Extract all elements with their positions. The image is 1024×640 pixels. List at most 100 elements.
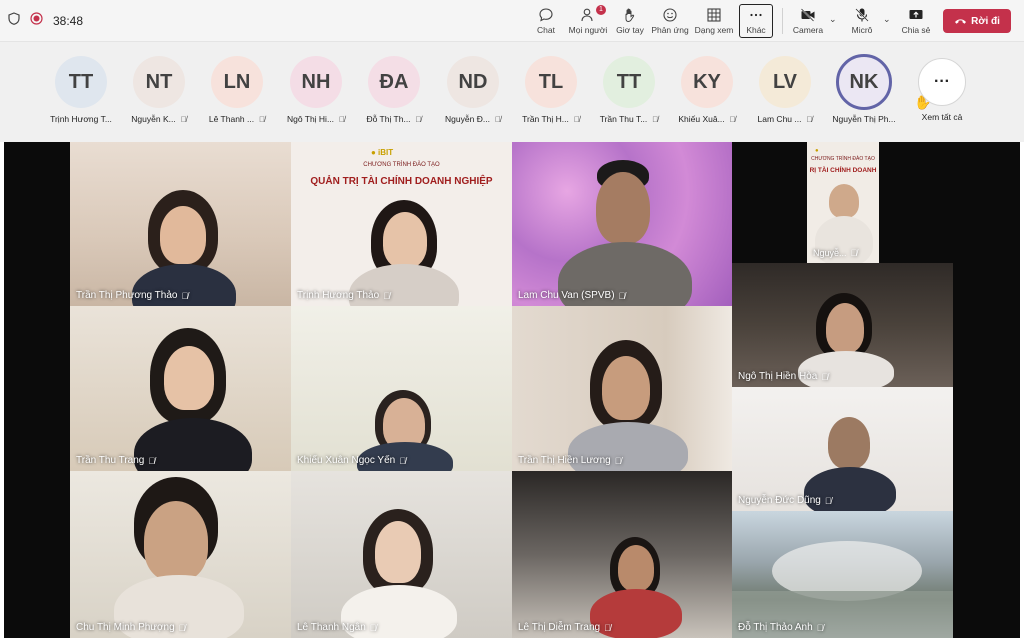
participant-name: Trần Thị H...	[522, 114, 569, 124]
participant-item[interactable]: TT Trần Thu T... 🎙̸	[590, 56, 668, 124]
participant-item[interactable]: KY Khiếu Xuâ... 🎙̸	[668, 56, 746, 124]
tile-name: Nguyễn Đức Dũng	[738, 495, 821, 506]
leave-button[interactable]: Rời đi	[943, 9, 1011, 33]
camera-button[interactable]: Camera	[790, 4, 826, 38]
see-all-label: Xem tất cả	[921, 112, 963, 122]
program-logo: ● iBIT	[371, 148, 394, 157]
participant-name: Nguyễn K...	[131, 114, 176, 124]
avatar: TT	[603, 56, 655, 108]
avatar: TT	[55, 56, 107, 108]
chat-icon	[539, 8, 553, 22]
participant-item[interactable]: TL Trần Thị H... 🎙̸	[512, 56, 590, 124]
participant-name: Lam Chu ...	[757, 114, 802, 124]
share-label: Chia sẻ	[901, 25, 931, 35]
video-tile[interactable]: ● CHƯƠNG TRÌNH ĐÀO TẠO RỊ TÀI CHÍNH DOAN…	[807, 142, 879, 263]
participant-item[interactable]: TT Trịnh Hương T...	[42, 56, 120, 124]
video-tile[interactable]: Khiếu Xuân Ngọc Yến 🎙̸	[291, 306, 512, 471]
participant-name: Nguyễn Đ...	[445, 114, 490, 124]
people-button[interactable]: 1 Mọi người	[566, 4, 610, 38]
video-tile[interactable]: ● iBIT CHƯƠNG TRÌNH ĐÀO TẠO QUẢN TRỊ TÀI…	[291, 142, 512, 306]
raise-hand-button[interactable]: Giơ tay	[612, 4, 648, 38]
tile-name: Trần Thị Hiền Lương	[518, 455, 611, 466]
tile-name: Lê Thanh Ngân	[297, 622, 366, 633]
mic-options-chevron-icon[interactable]: ⌄	[883, 14, 891, 25]
people-badge: 1	[596, 5, 606, 15]
avatar: NH	[290, 56, 342, 108]
people-label: Mọi người	[568, 25, 608, 35]
video-grid: Trần Thị Phương Thảo 🎙̸ ● iBIT CHƯƠNG TRÌ…	[4, 142, 1020, 638]
hand-icon	[625, 8, 635, 23]
leave-label: Rời đi	[971, 15, 1000, 27]
tile-name: Trịnh Hương Thảo	[297, 290, 380, 301]
participant-strip: TT Trịnh Hương T... NT Nguyễn K... 🎙̸ LN …	[0, 42, 1024, 142]
mic-off-icon: 🎙̸	[850, 248, 858, 258]
meeting-toolbar: 38:48 Chat 1 Mọi người Giơ tay Phản ứng …	[0, 0, 1024, 42]
mic-off-icon: 🎙̸	[729, 114, 736, 124]
participant-face	[375, 521, 421, 583]
toolbar-left: 38:48	[8, 12, 83, 30]
mic-off-icon: 🎙̸	[824, 495, 832, 506]
people-icon	[581, 8, 593, 22]
meeting-timer: 38:48	[53, 14, 84, 28]
grid-icon	[707, 8, 721, 22]
video-tile[interactable]: Trần Thị Phương Thảo 🎙̸	[70, 142, 291, 306]
video-tile[interactable]: Lam Chu Van (SPVB) 🎙̸	[512, 142, 732, 306]
see-all-button[interactable]: ··· Xem tất cả	[903, 56, 981, 122]
react-button[interactable]: Phản ứng	[651, 4, 689, 38]
view-button[interactable]: Dạng xem	[693, 4, 735, 38]
tile-name: Khiếu Xuân Ngọc Yến	[297, 455, 396, 466]
share-icon	[909, 10, 923, 19]
participant-item[interactable]: NT Nguyễn K... 🎙̸	[120, 56, 198, 124]
participant-face	[618, 545, 654, 591]
more-button[interactable]: Khác	[739, 4, 773, 38]
program-banner-title: QUẢN TRỊ TÀI CHÍNH DOANH NGHIỆP	[310, 176, 493, 187]
participant-face	[164, 346, 214, 410]
participant-item-active-speaker[interactable]: NK Nguyễn Thị Ph...	[825, 54, 903, 124]
video-tile[interactable]: Trần Thị Hiền Lương 🎙̸	[512, 306, 732, 471]
mic-off-icon: 🎙̸	[180, 114, 187, 124]
react-label: Phản ứng	[651, 25, 689, 35]
raise-hand-label: Giơ tay	[616, 25, 644, 35]
mic-off-icon: 🎙̸	[178, 622, 186, 633]
more-label: Khác	[746, 25, 766, 35]
camera-options-chevron-icon[interactable]: ⌄	[829, 14, 837, 25]
mic-off-icon: 🎙̸	[618, 290, 626, 301]
shield-icon	[8, 12, 20, 30]
mic-off-icon: 🎙̸	[148, 455, 156, 466]
smile-icon	[663, 8, 677, 22]
video-tile[interactable]: Chu Thị Minh Phượng 🎙̸	[70, 471, 291, 638]
phone-hangup-icon	[955, 19, 967, 24]
avatar: KY	[681, 56, 733, 108]
avatar: ĐA	[368, 56, 420, 108]
video-tile[interactable]: Đỗ Thị Thảo Anh 🎙̸	[732, 511, 953, 638]
avatar: NK	[836, 54, 892, 110]
video-tile[interactable]: Lê Thanh Ngân 🎙̸	[291, 471, 512, 638]
program-banner-small: CHƯƠNG TRÌNH ĐÀO TẠO	[811, 156, 875, 162]
tile-name: Lê Thị Diễm Trang	[518, 622, 601, 633]
mic-off-icon: 🎙̸	[181, 290, 189, 301]
participant-item[interactable]: ND Nguyễn Đ... 🎙̸	[434, 56, 512, 124]
participant-item[interactable]: LV Lam Chu ... 🎙̸	[746, 56, 824, 124]
participant-item[interactable]: NH Ngô Thị Hi... 🎙̸	[277, 56, 355, 124]
participant-name: Ngô Thị Hi...	[286, 114, 335, 124]
mic-off-icon: 🎙̸	[339, 114, 346, 124]
video-tile[interactable]: Lê Thị Diễm Trang 🎙̸	[512, 471, 732, 638]
video-tile[interactable]: Ngô Thị Hiền Hòa 🎙̸	[732, 263, 953, 387]
avatar: TL	[525, 56, 577, 108]
recording-icon	[30, 12, 43, 30]
mic-off-icon: 🎙̸	[604, 622, 611, 633]
share-button[interactable]: Chia sẻ	[899, 4, 933, 38]
mic-off-icon: 🎙̸	[259, 114, 266, 124]
participant-name: Nguyễn Thị Ph...	[832, 114, 896, 124]
participant-item[interactable]: ĐA Đỗ Thị Th... 🎙̸	[355, 56, 433, 124]
participant-face	[602, 356, 650, 420]
participant-name: Khiếu Xuâ...	[678, 114, 725, 124]
video-tile[interactable]: Trần Thu Trang 🎙̸	[70, 306, 291, 471]
mic-button[interactable]: Micrô	[846, 4, 878, 38]
participant-item[interactable]: LN Lê Thanh ... 🎙̸	[198, 56, 276, 124]
tile-name: Lam Chu Van (SPVB)	[518, 290, 615, 301]
video-tile[interactable]: Nguyễn Đức Dũng 🎙̸	[732, 387, 953, 511]
chat-button[interactable]: Chat	[530, 4, 562, 38]
avatar: NT	[133, 56, 185, 108]
tile-name: Trần Thị Phương Thảo	[76, 290, 178, 301]
